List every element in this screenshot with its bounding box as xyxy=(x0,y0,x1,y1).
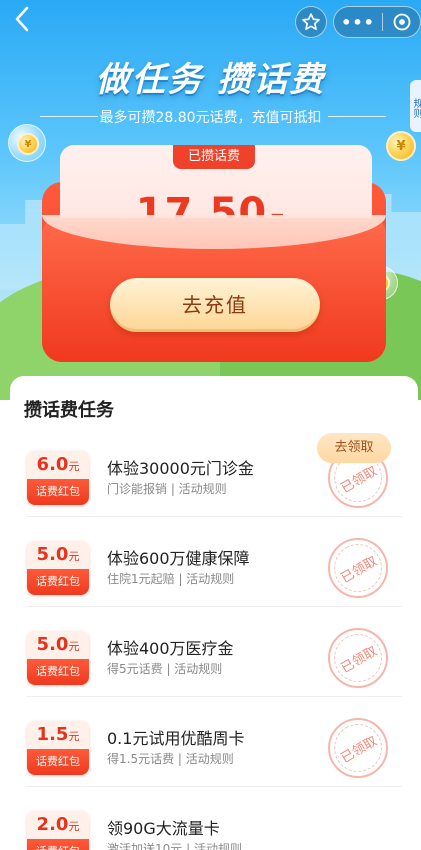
task-row: 5.0元 话费红包 体验600万健康保障 住院1元起赔 | 活动规则 已领取 xyxy=(10,517,418,607)
back-button[interactable] xyxy=(8,4,36,36)
reward-unit: 元 xyxy=(68,820,80,833)
reward-badge: 5.0元 话费红包 xyxy=(27,631,89,685)
claimed-stamp-text: 已领取 xyxy=(325,625,391,691)
claimed-stamp-text: 已领取 xyxy=(325,535,391,601)
reward-unit: 元 xyxy=(68,640,80,653)
favorite-button[interactable] xyxy=(295,6,327,38)
coin-icon: ¥ xyxy=(17,133,39,155)
task-row: 2.0元 话费红包 领90G大流量卡 激活加送10元 | 活动规则 xyxy=(10,787,418,850)
task-desc[interactable]: 住院1元起赔 | 活动规则 xyxy=(107,570,234,587)
reward-amount: 5.0元 xyxy=(27,631,89,659)
reward-value: 5.0 xyxy=(36,544,69,565)
task-desc[interactable]: 激活加送10元 | 活动规则 xyxy=(107,840,242,850)
reward-label: 话费红包 xyxy=(27,839,89,850)
more-button[interactable]: ••• xyxy=(334,13,382,32)
task-name: 领90G大流量卡 xyxy=(107,819,220,838)
star-icon xyxy=(302,13,320,31)
task-desc[interactable]: 门诊能报销 | 活动规则 xyxy=(107,480,227,497)
earned-tag: 已攒话费 xyxy=(173,145,255,169)
close-button[interactable] xyxy=(383,12,420,32)
claimed-stamp: 已领取 xyxy=(325,625,391,691)
reward-value: 5.0 xyxy=(36,634,69,655)
claimed-stamp-text: 已领取 xyxy=(325,715,391,781)
reward-label: 话费红包 xyxy=(27,749,89,775)
reward-value: 2.0 xyxy=(36,814,69,835)
reward-badge: 1.5元 话费红包 xyxy=(27,721,89,775)
task-desc[interactable]: 得5元话费 | 活动规则 xyxy=(107,660,222,677)
reward-amount: 6.0元 xyxy=(27,451,89,479)
task-panel-title: 攒话费任务 xyxy=(24,400,114,421)
task-name: 体验400万医疗金 xyxy=(107,639,234,658)
reward-label: 话费红包 xyxy=(27,569,89,595)
recharge-button[interactable]: 去充值 xyxy=(110,278,320,332)
reward-badge: 2.0元 话费红包 xyxy=(27,811,89,850)
reward-amount: 2.0元 xyxy=(27,811,89,839)
reward-amount: 1.5元 xyxy=(27,721,89,749)
reward-badge: 5.0元 话费红包 xyxy=(27,541,89,595)
task-name: 0.1元试用优酷周卡 xyxy=(107,729,245,748)
reward-value: 1.5 xyxy=(36,724,69,745)
task-row: 1.5元 话费红包 0.1元试用优酷周卡 得1.5元话费 | 活动规则 已领取 xyxy=(10,697,418,787)
claimed-stamp: 已领取 xyxy=(325,535,391,601)
claimed-stamp: 已领取 xyxy=(325,715,391,781)
reward-label: 话费红包 xyxy=(27,659,89,685)
reward-amount: 5.0元 xyxy=(27,541,89,569)
coin-icon: ¥ xyxy=(386,131,416,161)
reward-badge: 6.0元 话费红包 xyxy=(27,451,89,505)
mini-program-capsule: ••• xyxy=(333,6,421,38)
reward-value: 6.0 xyxy=(36,454,69,475)
target-icon xyxy=(393,13,410,31)
page-subtitle: 最多可攒28.80元话费，充值可抵扣 xyxy=(99,110,322,126)
reward-unit: 元 xyxy=(68,730,80,743)
task-name: 体验30000元门诊金 xyxy=(107,459,254,478)
task-name: 体验600万健康保障 xyxy=(107,549,250,568)
reward-unit: 元 xyxy=(68,460,80,473)
task-desc[interactable]: 得1.5元话费 | 活动规则 xyxy=(107,750,234,767)
claim-button[interactable]: 去领取 xyxy=(317,433,391,463)
page-title: 做任务 攒话费 xyxy=(95,60,326,100)
reward-label: 话费红包 xyxy=(27,479,89,505)
task-row: 5.0元 话费红包 体验400万医疗金 得5元话费 | 活动规则 已领取 xyxy=(10,607,418,697)
chevron-left-icon xyxy=(15,6,29,32)
reward-unit: 元 xyxy=(68,550,80,563)
